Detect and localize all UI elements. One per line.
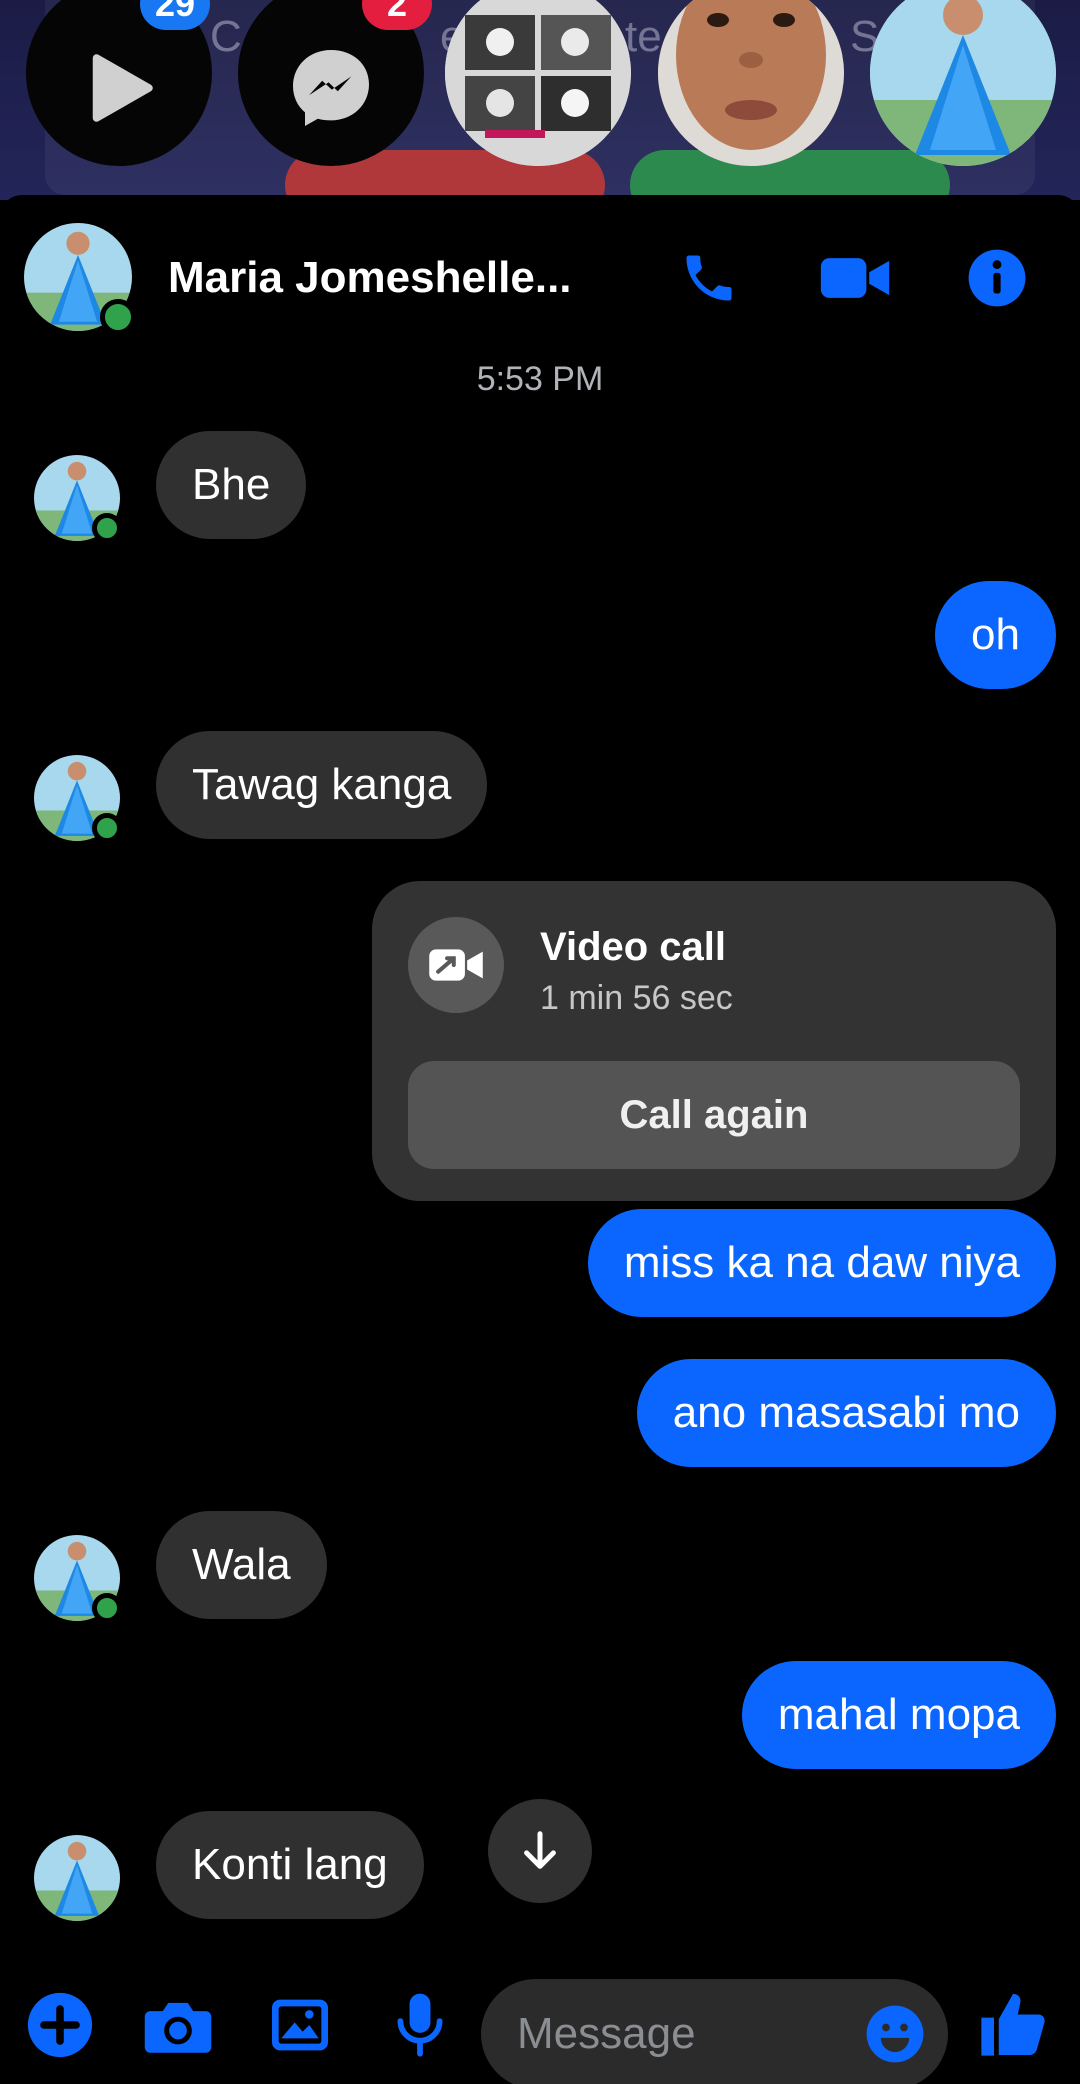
message-bubble-outgoing[interactable]: oh xyxy=(935,581,1056,689)
contact-avatar-small[interactable] xyxy=(34,1835,120,1921)
scroll-to-bottom-button[interactable] xyxy=(488,1799,592,1903)
phone-icon xyxy=(686,255,732,301)
video-call-icon xyxy=(429,949,483,981)
conversation-panel: Maria Jomeshelle... 5:53 PM Bhe oh Tawag… xyxy=(0,195,1080,2084)
message-composer xyxy=(0,1979,1080,2084)
online-status-dot xyxy=(92,813,122,843)
info-icon xyxy=(968,249,1026,307)
more-actions-button[interactable] xyxy=(20,1985,100,2065)
emoji-button[interactable] xyxy=(860,1999,930,2069)
message-field-container[interactable] xyxy=(481,1979,948,2084)
plus-icon xyxy=(27,1992,93,2058)
messenger-icon xyxy=(293,50,369,126)
background-accept-pill xyxy=(630,150,950,200)
background-text: te xyxy=(625,12,662,61)
play-icon xyxy=(92,54,153,122)
online-status-dot xyxy=(92,1593,122,1623)
like-button[interactable] xyxy=(968,1979,1058,2069)
call-again-button[interactable]: Call again xyxy=(408,1061,1020,1169)
message-bubble-incoming[interactable]: Bhe xyxy=(156,431,307,539)
conversation-info-button[interactable] xyxy=(962,243,1032,313)
message-timestamp: 5:53 PM xyxy=(476,360,604,398)
gallery-icon xyxy=(272,1999,328,2051)
online-status-dot xyxy=(100,299,136,335)
online-status-dot xyxy=(92,513,122,543)
message-bubble-incoming[interactable]: Konti lang xyxy=(156,1811,424,1919)
message-bubble-outgoing[interactable]: miss ka na daw niya xyxy=(587,1209,1056,1317)
message-input[interactable] xyxy=(517,1979,837,2084)
camera-icon xyxy=(144,2002,212,2053)
voice-message-button[interactable] xyxy=(380,1985,460,2065)
camera-button[interactable] xyxy=(138,1985,218,2065)
video-camera-icon xyxy=(820,258,890,298)
call-duration: 1 min 56 sec xyxy=(540,979,733,1017)
background-text: C xyxy=(210,12,242,61)
message-bubble-outgoing[interactable]: mahal mopa xyxy=(741,1661,1056,1769)
microphone-icon xyxy=(397,1993,443,2057)
like-icon xyxy=(981,1993,1045,2056)
conversation-header: Maria Jomeshelle... xyxy=(0,195,1080,360)
gallery-button[interactable] xyxy=(260,1985,340,2065)
contact-name[interactable]: Maria Jomeshelle... xyxy=(168,253,572,303)
call-title: Video call xyxy=(540,925,727,969)
message-bubble-incoming[interactable]: Wala xyxy=(156,1511,327,1619)
video-call-icon-circle xyxy=(408,917,504,1013)
arrow-down-icon xyxy=(524,1831,556,1869)
emoji-icon xyxy=(866,2005,924,2063)
voice-call-button[interactable] xyxy=(674,243,744,313)
avatar xyxy=(34,1835,120,1921)
video-call-card[interactable]: Video call 1 min 56 sec Call again xyxy=(372,881,1056,1201)
message-bubble-incoming[interactable]: Tawag kanga xyxy=(156,731,488,839)
message-bubble-outgoing[interactable]: ano masasabi mo xyxy=(636,1359,1056,1467)
video-call-button[interactable] xyxy=(815,243,895,313)
chat-heads-strip: C ela te S 29 2 xyxy=(0,0,1080,200)
